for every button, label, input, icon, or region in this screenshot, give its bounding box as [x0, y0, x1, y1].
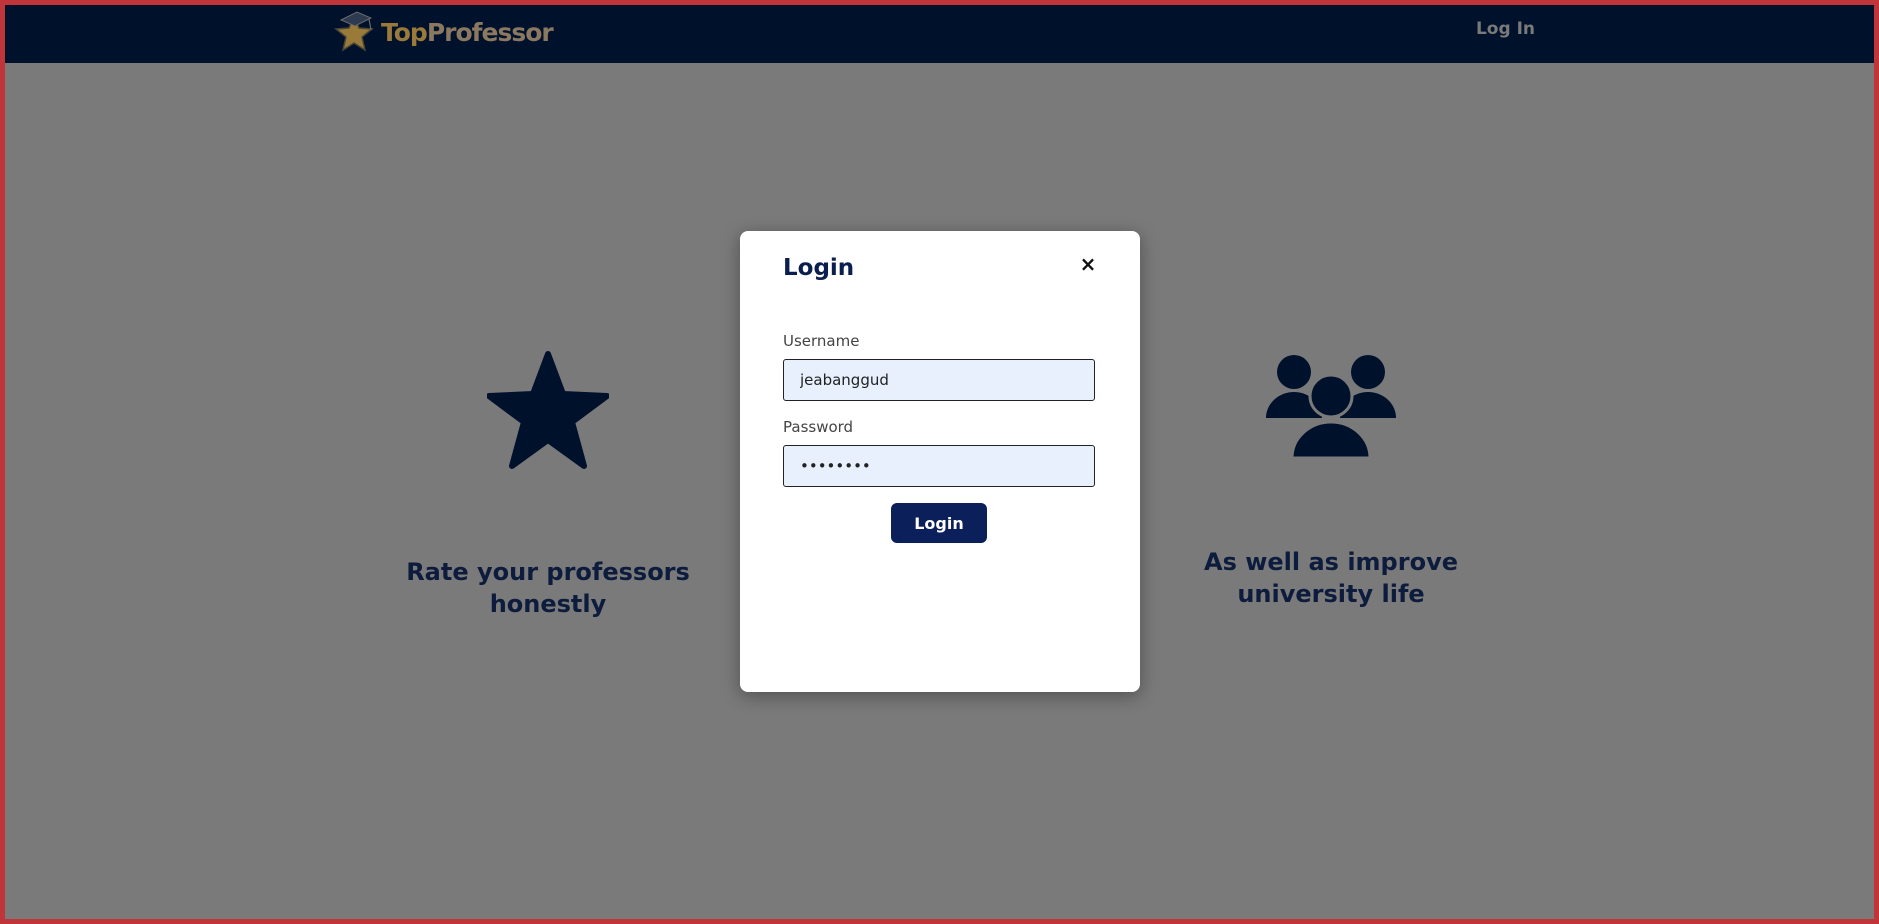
feature-title-line1: Rate your professors — [406, 558, 690, 586]
username-input[interactable] — [783, 359, 1095, 401]
brand-name: TopProfessor — [381, 17, 554, 47]
users-group-icon — [1266, 355, 1396, 460]
star-cap-logo-icon — [334, 11, 374, 52]
feature-rate-professors: Rate your professors honestly — [388, 350, 708, 620]
feature-improve-university: As well as improve university life — [1171, 350, 1491, 610]
brand-logo[interactable]: TopProfessor — [331, 10, 554, 54]
brand-name-professor: Professor — [426, 17, 554, 47]
navbar: TopProfessor Log In — [0, 0, 1879, 63]
nav-login-link[interactable]: Log In — [1476, 19, 1535, 39]
close-icon[interactable]: × — [1077, 253, 1099, 275]
feature-title: Rate your professors honestly — [388, 556, 708, 620]
username-label: Username — [783, 332, 860, 350]
login-submit-button[interactable]: Login — [891, 503, 987, 543]
brand-name-top: Top — [381, 17, 428, 47]
feature-title-line1: As well as improve — [1204, 548, 1458, 576]
password-input[interactable] — [783, 445, 1095, 487]
password-label: Password — [783, 418, 854, 436]
star-icon — [487, 351, 609, 469]
feature-title: As well as improve university life — [1171, 546, 1491, 610]
modal-title: Login — [783, 255, 855, 281]
login-modal: Login × Username Password Login — [740, 231, 1140, 692]
feature-title-line2: university life — [1237, 580, 1425, 608]
feature-title-line2: honestly — [489, 590, 607, 618]
